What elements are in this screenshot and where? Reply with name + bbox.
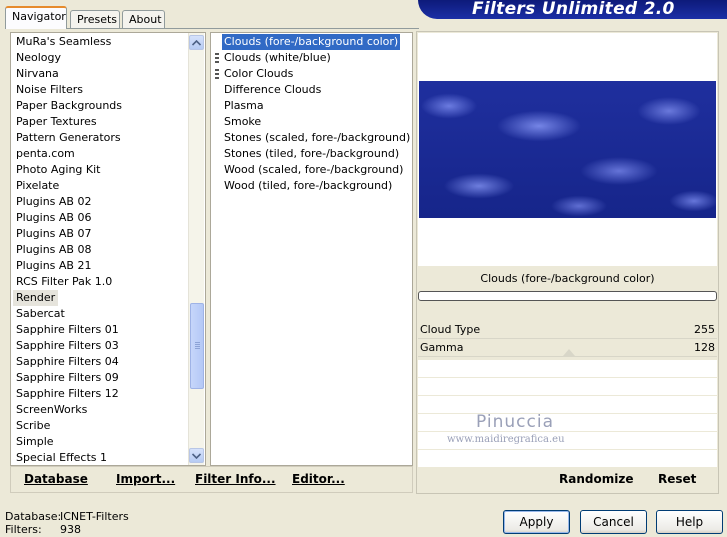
cancel-button[interactable]: Cancel (580, 510, 647, 534)
filter-marker-icon (215, 53, 219, 63)
watermark-url: www.maidiregrafica.eu (447, 434, 565, 445)
param-row-empty (418, 396, 717, 414)
filter-item[interactable]: Stones (scaled, fore-/background) (222, 130, 412, 146)
reset-button[interactable]: Reset (658, 472, 696, 488)
scroll-up-button[interactable] (189, 35, 204, 50)
category-item[interactable]: Noise Filters (16, 82, 83, 98)
slider-caret-icon (563, 349, 575, 356)
category-item[interactable]: Sapphire Filters 12 (16, 386, 119, 402)
scroll-thumb[interactable] (190, 303, 204, 389)
preview-filter-name: Clouds (fore-/background color) (480, 272, 655, 285)
category-item[interactable]: RCS Filter Pak 1.0 (16, 274, 112, 290)
category-item[interactable]: ScreenWorks (16, 402, 87, 418)
filter-marker-icon (215, 69, 219, 79)
category-item[interactable]: Nirvana (16, 66, 59, 82)
filter-item[interactable]: Difference Clouds (222, 82, 323, 98)
category-item[interactable]: Paper Backgrounds (16, 98, 122, 114)
grip-line (195, 342, 200, 343)
randomize-button[interactable]: Randomize (559, 472, 633, 488)
category-item[interactable]: Sapphire Filters 09 (16, 370, 119, 386)
status-database-label: Database: (5, 510, 62, 523)
category-item[interactable]: Pattern Generators (16, 130, 121, 146)
import-button[interactable]: Import... (116, 472, 175, 488)
category-item[interactable]: Sapphire Filters 01 (16, 322, 119, 338)
filter-item[interactable]: Wood (scaled, fore-/background) (222, 162, 405, 178)
status-filters-label: Filters: (5, 523, 42, 536)
category-item[interactable]: Sabercat (16, 306, 65, 322)
filter-item[interactable]: Clouds (white/blue) (222, 50, 333, 66)
category-item[interactable]: Sapphire Filters 03 (16, 338, 119, 354)
category-item[interactable]: Render (13, 290, 59, 306)
tab-about[interactable]: About (122, 10, 165, 28)
param-label: Cloud Type (420, 323, 481, 336)
filter-item[interactable]: Stones (tiled, fore-/background) (222, 146, 401, 162)
filter-item[interactable]: Smoke (222, 114, 263, 130)
category-item[interactable]: MuRa's Seamless (16, 34, 111, 50)
grip-line (195, 344, 200, 345)
banner-title: Filters Unlimited 2.0 (472, 0, 675, 19)
param-row-empty (418, 360, 717, 378)
editor-button[interactable]: Editor... (292, 472, 345, 488)
category-item[interactable]: Plugins AB 08 (16, 242, 91, 258)
database-button[interactable]: Database (24, 472, 88, 488)
filter-item[interactable]: Wood (tiled, fore-/background) (222, 178, 394, 194)
param-row-empty (418, 414, 717, 432)
tab-navigator[interactable]: Navigator (5, 6, 67, 29)
scroll-down-button[interactable] (189, 448, 204, 463)
param-row-empty (418, 450, 717, 468)
param-row-cloud-type[interactable]: Cloud Type 255 (418, 322, 717, 339)
param-value: 128 (694, 341, 715, 354)
category-item[interactable]: Paper Textures (16, 114, 97, 130)
filter-item[interactable]: Clouds (fore-/background color) (222, 34, 401, 50)
category-item[interactable]: penta.com (16, 146, 75, 162)
category-item[interactable]: Plugins AB 07 (16, 226, 91, 242)
category-item[interactable]: Special Effects 1 (16, 450, 107, 466)
chevron-up-icon (192, 39, 201, 46)
chevron-down-icon (192, 452, 201, 459)
filter-info-button[interactable]: Filter Info... (195, 472, 276, 488)
category-item[interactable]: Neology (16, 50, 61, 66)
apply-button[interactable]: Apply (503, 510, 570, 534)
help-button[interactable]: Help (656, 510, 723, 534)
progress-bar (418, 291, 717, 301)
category-scrollbar[interactable] (188, 33, 204, 465)
tab-divider (5, 28, 419, 29)
param-label: Gamma (420, 341, 464, 354)
status-database-value: ICNET-Filters (60, 510, 129, 523)
category-item[interactable]: Scribe (16, 418, 50, 434)
category-item[interactable]: Simple (16, 434, 54, 450)
category-item[interactable]: Sapphire Filters 04 (16, 354, 119, 370)
watermark-name: Pinuccia (476, 412, 554, 432)
tab-presets[interactable]: Presets (70, 10, 120, 28)
preview-image (419, 81, 716, 218)
grip-line (195, 348, 200, 349)
param-value: 255 (694, 323, 715, 336)
category-item[interactable]: Plugins AB 21 (16, 258, 91, 274)
filter-item[interactable]: Plasma (222, 98, 266, 114)
filter-item[interactable]: Color Clouds (222, 66, 295, 82)
category-item[interactable]: Plugins AB 02 (16, 194, 91, 210)
status-filters-value: 938 (60, 523, 81, 536)
param-row-empty (418, 378, 717, 396)
category-item[interactable]: Plugins AB 06 (16, 210, 91, 226)
grip-line (195, 346, 200, 347)
category-item[interactable]: Photo Aging Kit (16, 162, 100, 178)
category-item[interactable]: Pixelate (16, 178, 59, 194)
